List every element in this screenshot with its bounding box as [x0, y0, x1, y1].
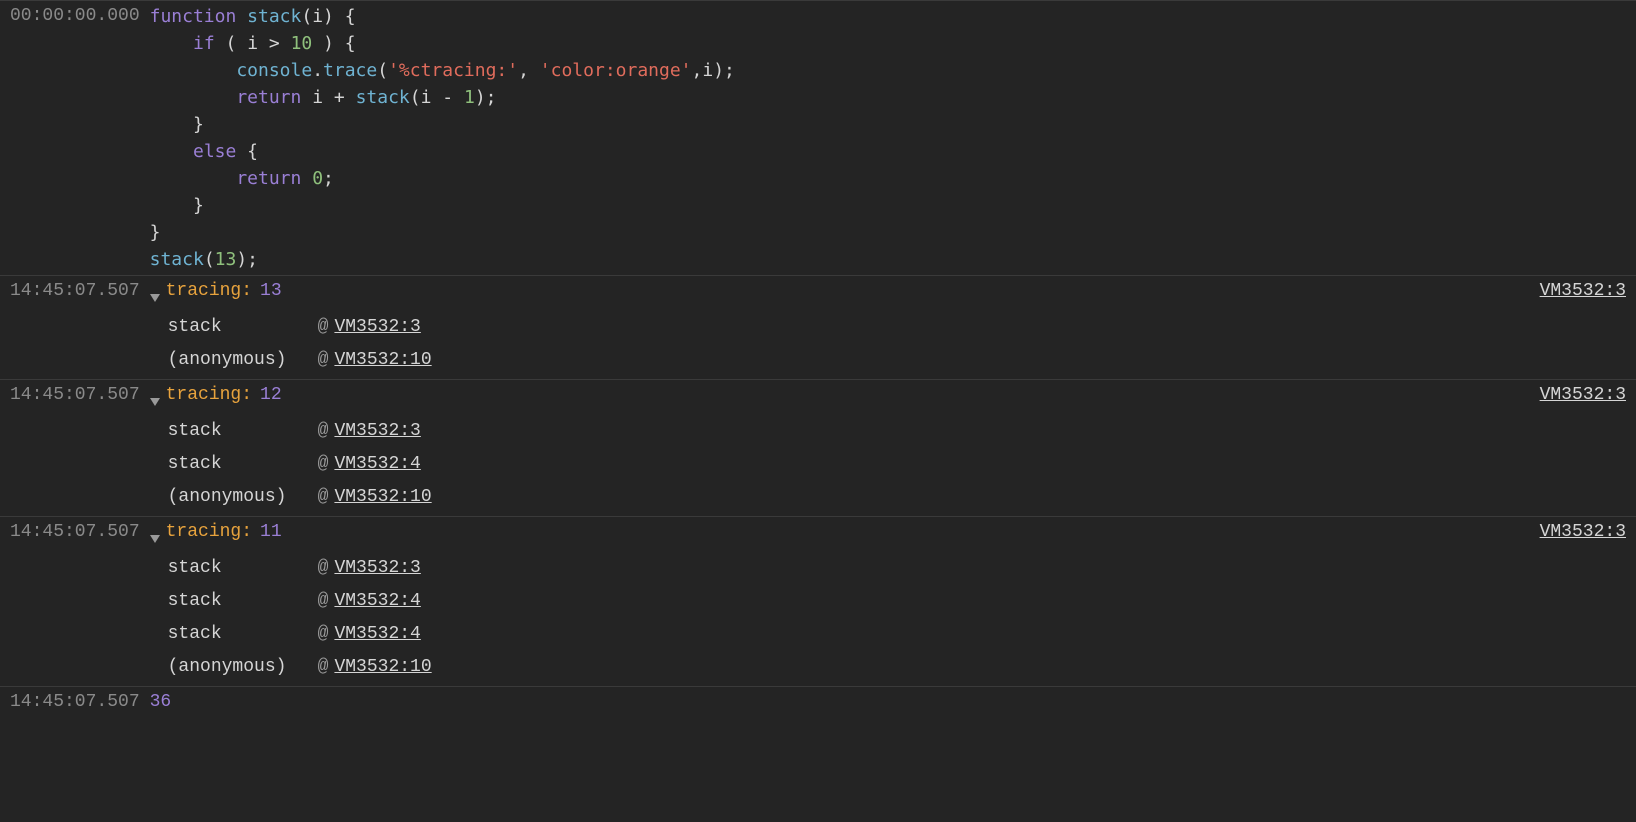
- stack-frame-location[interactable]: VM3532:4: [334, 621, 420, 648]
- stack-frame-location[interactable]: VM3532:3: [334, 314, 420, 341]
- stack-frame-location[interactable]: VM3532:3: [334, 555, 420, 582]
- stack-frame: stack @ VM3532:3: [168, 552, 1626, 585]
- result-value: 36: [150, 692, 172, 712]
- at-symbol: @: [318, 418, 329, 445]
- stack-frame-fn: stack: [168, 555, 318, 582]
- stack-frame: stack @ VM3532:4: [168, 585, 1626, 618]
- console-entry-trace: 14:45:07.507 tracing: 12 VM3532:3 stack @…: [0, 379, 1636, 516]
- stack-frame-fn: stack: [168, 314, 318, 341]
- at-symbol: @: [318, 555, 329, 582]
- stack-frame-fn: stack: [168, 621, 318, 648]
- stack-frame-location[interactable]: VM3532:10: [334, 654, 431, 681]
- stack-frame-location[interactable]: VM3532:4: [334, 451, 420, 478]
- stack-frame-location[interactable]: VM3532:10: [334, 484, 431, 511]
- stack-frame-location[interactable]: VM3532:4: [334, 588, 420, 615]
- at-symbol: @: [318, 621, 329, 648]
- source-link[interactable]: VM3532:3: [1540, 278, 1626, 305]
- disclosure-triangle-icon[interactable]: [150, 294, 160, 302]
- stack-frame-fn: stack: [168, 588, 318, 615]
- console-entry-trace: 14:45:07.507 tracing: 11 VM3532:3 stack @…: [0, 516, 1636, 686]
- stack-frame: (anonymous) @ VM3532:10: [168, 651, 1626, 684]
- timestamp: 14:45:07.507: [10, 519, 150, 546]
- at-symbol: @: [318, 654, 329, 681]
- trace-value: 13: [260, 281, 282, 301]
- code-block: function stack(i) { if ( i > 10 ) { cons…: [150, 3, 1626, 273]
- stack-frame-fn: stack: [168, 418, 318, 445]
- timestamp: 14:45:07.507: [10, 278, 150, 305]
- stack-frame: stack @ VM3532:3: [168, 415, 1626, 448]
- at-symbol: @: [318, 347, 329, 374]
- trace-value: 12: [260, 385, 282, 405]
- at-symbol: @: [318, 314, 329, 341]
- timestamp: 00:00:00.000: [10, 3, 150, 30]
- stack-frame-fn: stack: [168, 451, 318, 478]
- disclosure-triangle-icon[interactable]: [150, 535, 160, 543]
- stack-trace: stack @ VM3532:3 (anonymous) @ VM3532:10: [168, 311, 1626, 377]
- timestamp: 14:45:07.507: [10, 382, 150, 409]
- console-entry-code: 00:00:00.000 function stack(i) { if ( i …: [0, 0, 1636, 275]
- stack-frame-fn: (anonymous): [168, 347, 318, 374]
- trace-value: 11: [260, 522, 282, 542]
- source-link[interactable]: VM3532:3: [1540, 382, 1626, 409]
- stack-frame: (anonymous) @ VM3532:10: [168, 344, 1626, 377]
- console-entry-result: 14:45:07.507 36: [0, 686, 1636, 718]
- stack-frame-fn: (anonymous): [168, 484, 318, 511]
- stack-frame: stack @ VM3532:4: [168, 618, 1626, 651]
- trace-label: tracing:: [166, 281, 252, 301]
- timestamp: 14:45:07.507: [10, 689, 150, 716]
- code-body: function stack(i) { if ( i > 10 ) { cons…: [150, 3, 1626, 273]
- stack-frame: (anonymous) @ VM3532:10: [168, 481, 1626, 514]
- stack-frame-fn: (anonymous): [168, 654, 318, 681]
- stack-trace: stack @ VM3532:3 stack @ VM3532:4 (anony…: [168, 415, 1626, 514]
- stack-trace: stack @ VM3532:3 stack @ VM3532:4 stack …: [168, 552, 1626, 684]
- trace-label: tracing:: [166, 385, 252, 405]
- stack-frame: stack @ VM3532:4: [168, 448, 1626, 481]
- source-link[interactable]: VM3532:3: [1540, 519, 1626, 546]
- at-symbol: @: [318, 451, 329, 478]
- at-symbol: @: [318, 588, 329, 615]
- stack-frame-location[interactable]: VM3532:10: [334, 347, 431, 374]
- at-symbol: @: [318, 484, 329, 511]
- disclosure-triangle-icon[interactable]: [150, 398, 160, 406]
- stack-frame-location[interactable]: VM3532:3: [334, 418, 420, 445]
- console-entry-trace: 14:45:07.507 tracing: 13 VM3532:3 stack @…: [0, 275, 1636, 379]
- trace-label: tracing:: [166, 522, 252, 542]
- stack-frame: stack @ VM3532:3: [168, 311, 1626, 344]
